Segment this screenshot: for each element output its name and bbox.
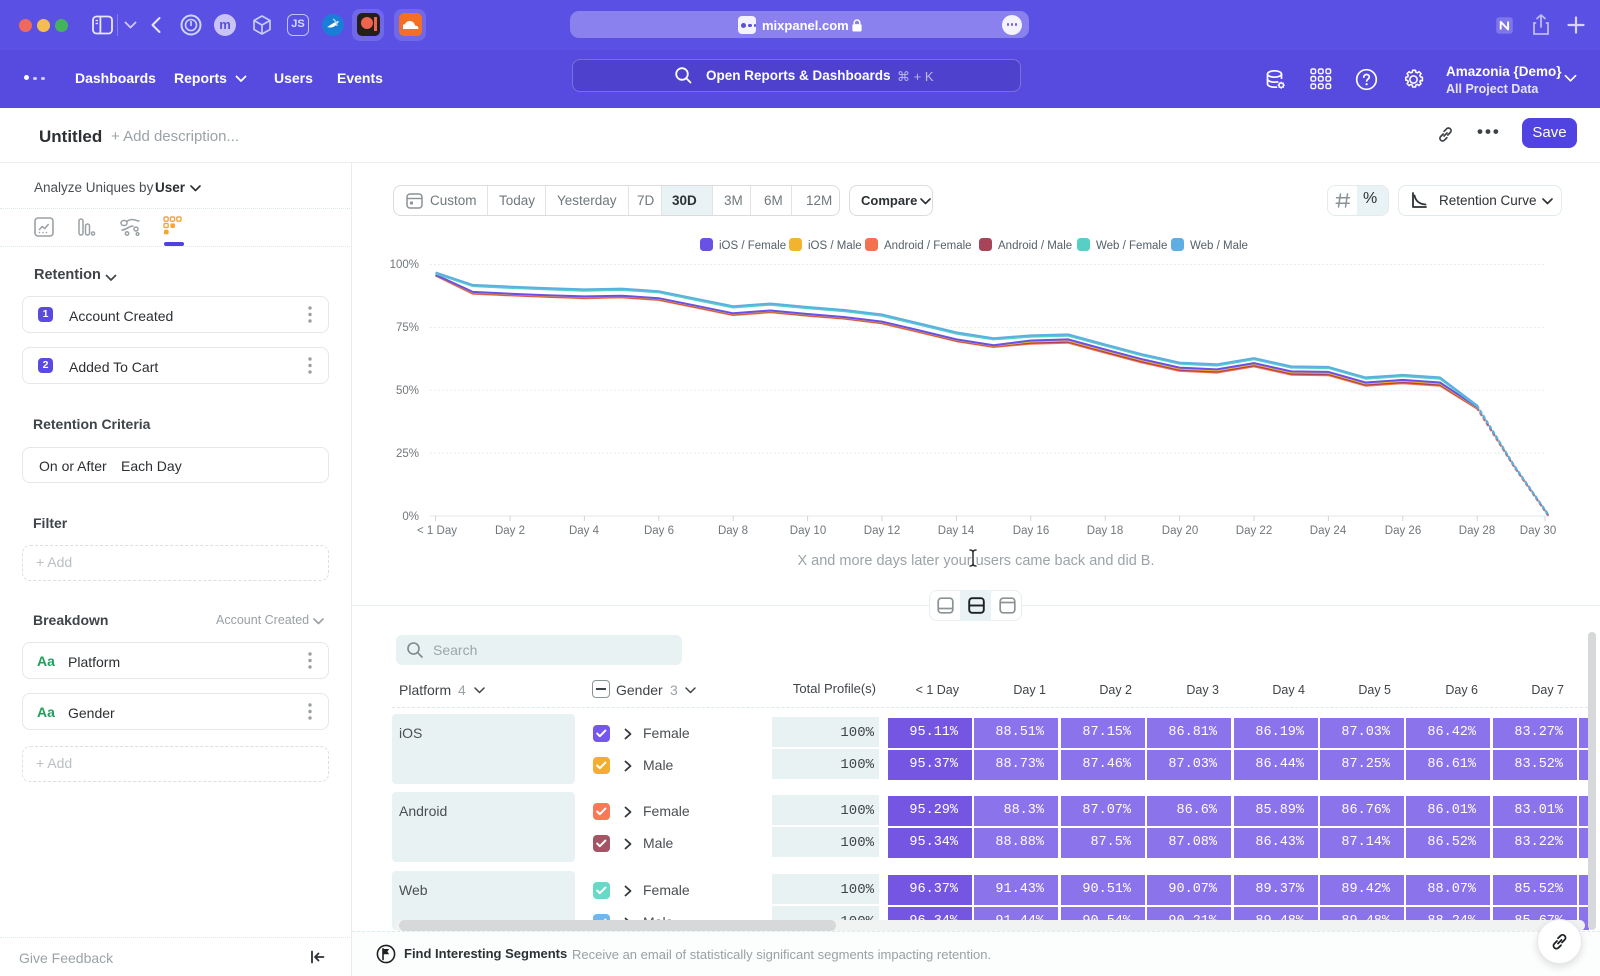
svg-text:25%: 25% — [396, 448, 419, 460]
svg-text:Day 4: Day 4 — [569, 525, 600, 537]
svg-text:Day 10: Day 10 — [790, 525, 826, 537]
svg-text:Day 18: Day 18 — [1087, 525, 1123, 537]
svg-text:Day 8: Day 8 — [718, 525, 748, 537]
svg-text:< 1 Day: < 1 Day — [417, 525, 457, 537]
svg-text:Day 6: Day 6 — [644, 525, 674, 537]
svg-text:75%: 75% — [396, 322, 419, 334]
svg-text:50%: 50% — [396, 385, 419, 397]
svg-text:Day 14: Day 14 — [938, 525, 975, 537]
svg-text:Day 16: Day 16 — [1013, 525, 1049, 537]
svg-text:Day 20: Day 20 — [1162, 525, 1198, 537]
svg-text:Day 28: Day 28 — [1459, 525, 1495, 537]
svg-text:Day 26: Day 26 — [1385, 525, 1421, 537]
svg-text:Day 12: Day 12 — [864, 525, 900, 537]
svg-text:100%: 100% — [390, 259, 419, 271]
svg-text:Web / Male: Web / Male — [1190, 240, 1248, 252]
svg-text:Android / Female: Android / Female — [884, 240, 972, 252]
svg-text:Android / Male: Android / Male — [998, 240, 1072, 252]
svg-text:Day 24: Day 24 — [1310, 525, 1347, 537]
svg-text:0%: 0% — [402, 511, 419, 523]
svg-text:Day 30: Day 30 — [1520, 525, 1556, 537]
svg-text:Day 2: Day 2 — [495, 525, 525, 537]
svg-text:iOS / Male: iOS / Male — [808, 240, 862, 252]
svg-text:Day 22: Day 22 — [1236, 525, 1272, 537]
svg-text:iOS / Female: iOS / Female — [719, 240, 786, 252]
svg-text:Web / Female: Web / Female — [1096, 240, 1167, 252]
